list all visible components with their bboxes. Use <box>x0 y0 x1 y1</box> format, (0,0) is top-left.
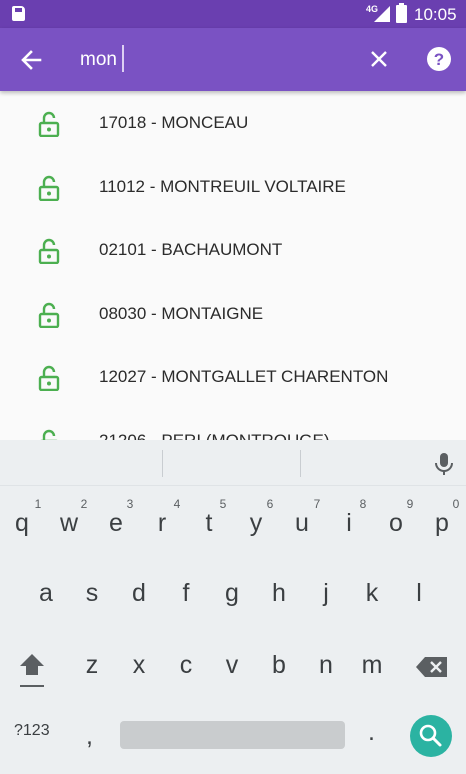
key-s[interactable]: s <box>72 568 112 618</box>
key-x[interactable]: x <box>119 640 159 690</box>
result-label: 17018 - MONCEAU <box>99 113 249 132</box>
comma-key[interactable]: , <box>86 722 93 751</box>
sd-card-icon <box>12 6 25 21</box>
result-label: 11012 - MONTREUIL VOLTAIRE <box>99 176 346 196</box>
battery-icon <box>396 3 407 23</box>
list-item[interactable]: 17018 - MONCEAU <box>0 91 466 155</box>
key-i[interactable]: i <box>329 498 369 548</box>
search-input[interactable] <box>80 43 350 77</box>
key-l[interactable]: l <box>399 568 439 618</box>
key-n[interactable]: n <box>306 640 346 690</box>
lock-open-icon <box>38 111 60 137</box>
key-u[interactable]: u <box>282 498 322 548</box>
text-cursor <box>122 45 124 72</box>
result-label: 21206 - PERI (MONTROUGE) <box>99 430 330 441</box>
key-q[interactable]: q <box>2 498 42 548</box>
signal-icon <box>374 6 390 22</box>
results-list: 17018 - MONCEAU 11012 - MONTREUIL VOLTAI… <box>0 91 466 440</box>
key-b[interactable]: b <box>259 640 299 690</box>
list-item[interactable]: 12027 - MONTGALLET CHARENTON <box>0 345 466 409</box>
key-m[interactable]: m <box>352 640 392 690</box>
lock-open-icon <box>39 429 59 440</box>
suggestion-divider <box>162 450 163 477</box>
space-bar[interactable] <box>120 721 345 749</box>
key-r[interactable]: r <box>142 498 182 548</box>
key-v[interactable]: v <box>212 640 252 690</box>
key-h[interactable]: h <box>259 568 299 618</box>
close-icon[interactable] <box>362 42 396 76</box>
search-toolbar: ? <box>0 28 466 91</box>
key-o[interactable]: o <box>376 498 416 548</box>
key-t[interactable]: t <box>189 498 229 548</box>
lock-open-icon <box>38 365 60 391</box>
suggestion-bar <box>0 440 466 486</box>
key-d[interactable]: d <box>119 568 159 618</box>
status-bar: 4G 10:05 <box>0 0 466 28</box>
search-icon <box>419 724 442 747</box>
arrow-back-icon[interactable] <box>14 42 50 78</box>
lock-open-icon <box>38 302 60 328</box>
shift-icon[interactable] <box>16 649 48 689</box>
key-w[interactable]: w <box>49 498 89 548</box>
help-icon[interactable]: ? <box>422 42 456 76</box>
result-label: 08030 - MONTAIGNE <box>99 303 264 323</box>
microphone-icon[interactable] <box>433 452 455 476</box>
soft-keyboard: 1 2 3 4 5 6 7 8 9 0 q w e r t y u i o p … <box>0 440 466 774</box>
symbols-key[interactable]: ?123 <box>14 722 50 740</box>
list-item[interactable]: 21206 - PERI (MONTROUGE) <box>0 409 466 441</box>
list-item[interactable]: 08030 - MONTAIGNE <box>0 282 466 346</box>
key-y[interactable]: y <box>236 498 276 548</box>
backspace-icon[interactable] <box>415 654 449 680</box>
lock-open-icon <box>38 175 60 201</box>
lock-open-icon <box>38 238 60 264</box>
key-f[interactable]: f <box>166 568 206 618</box>
key-z[interactable]: z <box>72 640 112 690</box>
list-item[interactable]: 11012 - MONTREUIL VOLTAIRE <box>0 155 466 219</box>
list-item[interactable]: 02101 - BACHAUMONT <box>0 218 466 282</box>
svg-text:?: ? <box>434 50 444 69</box>
period-key[interactable]: . <box>368 718 375 747</box>
search-action-button[interactable] <box>410 715 452 757</box>
key-k[interactable]: k <box>352 568 392 618</box>
status-time: 10:05 <box>414 5 457 24</box>
key-a[interactable]: a <box>26 568 66 618</box>
suggestion-divider <box>300 450 301 477</box>
key-e[interactable]: e <box>96 498 136 548</box>
result-label: 12027 - MONTGALLET CHARENTON <box>99 367 389 386</box>
key-c[interactable]: c <box>166 640 206 690</box>
key-p[interactable]: p <box>422 498 462 548</box>
key-g[interactable]: g <box>212 568 252 618</box>
result-label: 02101 - BACHAUMONT <box>99 240 283 259</box>
key-j[interactable]: j <box>306 568 346 618</box>
